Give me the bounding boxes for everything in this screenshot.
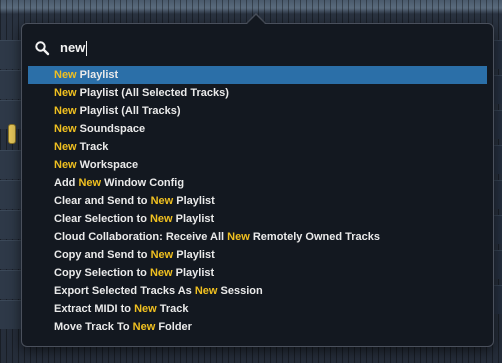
result-match-text: New <box>150 249 174 261</box>
app-background: new New Playlist New Playlist (All Select… <box>0 0 502 363</box>
result-text: Playlist <box>173 195 215 207</box>
result-match-text: New <box>54 87 77 99</box>
result-text: Copy and Send to <box>54 249 151 261</box>
result-text: Playlist <box>172 267 215 279</box>
track-lane <box>0 270 22 299</box>
search-result-item[interactable]: Clear and Send to New Playlist <box>28 192 487 210</box>
command-search-popover: new New Playlist New Playlist (All Select… <box>21 23 494 347</box>
result-text: Remotely Owned Tracks <box>249 231 381 243</box>
result-match-text: New <box>149 267 173 279</box>
track-lane <box>0 40 22 69</box>
result-match-text: New <box>134 303 157 315</box>
result-match-text: New <box>54 141 77 153</box>
search-result-item[interactable]: Copy Selection to New Playlist <box>28 264 487 282</box>
search-result-item[interactable]: Add New Window Config <box>28 174 487 192</box>
result-text: Folder <box>155 321 192 333</box>
search-result-item[interactable]: Copy and Send to New Playlist <box>28 246 487 264</box>
track-lane <box>0 150 22 179</box>
result-text: Playlist (All Tracks) <box>76 105 181 117</box>
search-result-item[interactable]: Export Selected Tracks As New Session <box>28 282 487 300</box>
text-cursor <box>86 40 88 56</box>
result-text: Workspace <box>76 159 139 171</box>
result-text: Playlist <box>172 213 215 225</box>
search-result-item[interactable]: Extract MIDI to New Track <box>28 300 487 318</box>
result-match-text: New <box>132 321 156 333</box>
result-match-text: New <box>54 123 77 135</box>
result-text: Soundspace <box>76 123 146 135</box>
result-match-text: New <box>150 195 174 207</box>
result-match-text: New <box>54 69 77 81</box>
search-input-wrapper: new <box>60 38 88 58</box>
search-results-list: New Playlist New Playlist (All Selected T… <box>28 66 487 336</box>
search-result-item[interactable]: New Workspace <box>28 156 487 174</box>
result-text: Copy Selection to <box>54 267 150 279</box>
result-match-text: New <box>78 177 102 189</box>
track-lane <box>0 240 22 269</box>
search-result-item[interactable]: New Track <box>28 138 487 156</box>
result-text: Playlist (All Selected Tracks) <box>76 87 229 99</box>
search-result-item[interactable]: New Playlist (All Selected Tracks) <box>28 84 487 102</box>
result-match-text: New <box>54 105 77 117</box>
track-lane <box>0 300 22 329</box>
result-text: Add <box>54 177 79 189</box>
result-text: Window Config <box>101 177 185 189</box>
result-text: Extract MIDI to <box>54 303 135 315</box>
search-bar: new <box>32 36 483 60</box>
popover-arrow-fill <box>246 15 266 25</box>
track-lane <box>0 180 22 209</box>
result-match-text: New <box>227 231 250 243</box>
search-result-item[interactable]: Move Track To New Folder <box>28 318 487 336</box>
search-result-item[interactable]: Clear Selection to New Playlist <box>28 210 487 228</box>
track-lane <box>0 70 22 99</box>
search-result-item[interactable]: Cloud Collaboration: Receive All New Rem… <box>28 228 487 246</box>
result-match-text: New <box>54 159 77 171</box>
clip-handle[interactable] <box>8 124 16 144</box>
result-match-text: New <box>149 213 173 225</box>
track-lane <box>0 210 22 239</box>
result-text: Track <box>156 303 189 315</box>
result-text: Playlist <box>76 69 119 81</box>
result-text: Session <box>217 285 263 297</box>
result-text: Clear and Send to <box>54 195 151 207</box>
result-text: Cloud Collaboration: Receive All <box>54 231 228 243</box>
result-text: Move Track To <box>54 321 133 333</box>
search-result-item[interactable]: New Soundspace <box>28 120 487 138</box>
result-text: Export Selected Tracks As <box>54 285 195 297</box>
search-input[interactable]: new <box>60 38 85 58</box>
result-text: Track <box>76 141 109 153</box>
search-result-item[interactable]: New Playlist (All Tracks) <box>28 102 487 120</box>
result-text: Playlist <box>173 249 215 261</box>
search-icon <box>35 41 50 56</box>
result-text: Clear Selection to <box>54 213 150 225</box>
result-match-text: New <box>194 285 218 297</box>
search-result-item[interactable]: New Playlist <box>28 66 487 84</box>
